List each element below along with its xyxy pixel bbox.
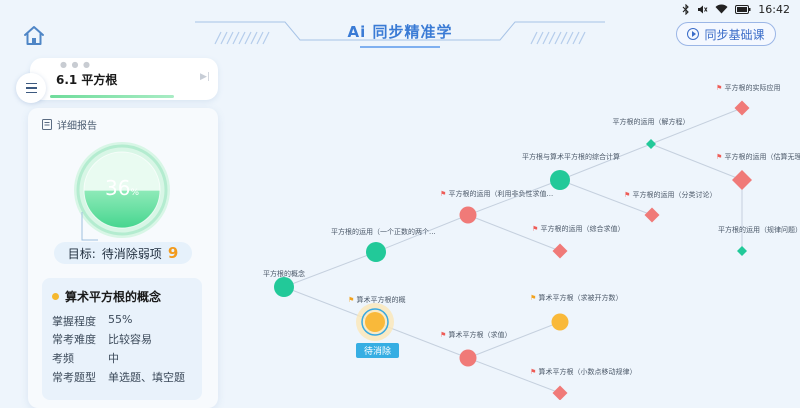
map-node-n13[interactable] [551, 313, 569, 331]
map-edge [559, 143, 652, 181]
chapter-progress-bar [50, 95, 174, 98]
concept-row-key: 常考难度 [52, 333, 96, 346]
flag-icon: ⚑ [440, 190, 449, 198]
menu-button[interactable] [16, 73, 46, 103]
map-node-n10[interactable] [732, 170, 752, 190]
sync-course-label: 同步基础课 [704, 27, 765, 42]
map-node-label-text: 平方根的运用（估算无理数的大... [724, 153, 800, 161]
map-node-label-text: 算术平方根（小数点移动规律） [538, 368, 637, 376]
concept-row: 常考题型 单选题、填空题 [52, 369, 185, 385]
map-node-label-text: 平方根的运用（综合求值） [540, 225, 625, 233]
target-text: 待消除弱项 [101, 246, 162, 261]
map-node-label-text: 平方根的运用（规律问题） [718, 226, 800, 234]
concept-title: 算术平方根的概念 [52, 288, 161, 305]
map-node-label: ⚑ 平方根的运用（利用非负性求值... [440, 190, 553, 199]
drag-handle-icon: ● ● ● [60, 60, 92, 69]
map-edge [650, 143, 743, 181]
map-node-label: ⚑ 平方根的运用（估算无理数的大... [716, 153, 800, 162]
map-node-n4[interactable] [459, 206, 477, 224]
flag-icon: ⚑ [440, 331, 449, 339]
chapter-card[interactable]: ● ● ● 6.1 平方根 ▶| [30, 58, 218, 100]
map-node-label: 平方根与算术平方根的综合计算 [522, 153, 620, 162]
map-node-label-text: 平方根与算术平方根的综合计算 [522, 153, 620, 161]
map-node-n1[interactable] [274, 277, 294, 297]
status-dot-icon [52, 293, 59, 300]
knowledge-map [274, 100, 752, 401]
mute-icon [697, 4, 708, 15]
flag-icon: ⚑ [716, 84, 725, 92]
flag-icon: ⚑ [530, 294, 539, 302]
map-node-n3[interactable] [356, 303, 394, 341]
sync-course-button[interactable]: 同步基础课 [676, 22, 776, 46]
map-edge [467, 321, 561, 359]
map-node-label-text: 算术平方根的概 [356, 296, 406, 304]
map-node-n7[interactable] [646, 139, 656, 149]
target-badge: 目标: 待消除弱项 9 [54, 242, 192, 264]
concept-title-text: 算术平方根的概念 [65, 290, 162, 304]
concept-row-key: 掌握程度 [52, 315, 96, 328]
chapter-title: 6.1 平方根 [56, 73, 118, 87]
map-node-label: ⚑ 算术平方根的概 [348, 296, 406, 305]
menu-icon-line [25, 91, 37, 94]
detailed-report-label: 详细报告 [57, 121, 97, 132]
map-node-label-text: 算术平方根（求被开方数） [538, 294, 623, 302]
menu-icon-line [25, 87, 37, 89]
flag-icon: ⚑ [348, 296, 357, 304]
concept-row: 掌握程度 55% [52, 313, 132, 329]
map-node-n12[interactable] [459, 349, 477, 367]
map-node-label-text: 平方根的运用（一个正数的两个... [331, 228, 436, 236]
concept-row: 考频 中 [52, 350, 119, 366]
report-icon [42, 119, 52, 130]
concept-row-key: 考频 [52, 352, 74, 365]
status-bar: 16:42 [682, 0, 790, 18]
target-count: 9 [167, 244, 179, 262]
map-node-label: 平方根的概念 [239, 270, 329, 279]
battery-icon [735, 4, 751, 14]
map-node-label-text: 算术平方根（求值） [448, 331, 512, 339]
map-node-n11[interactable] [737, 246, 747, 256]
flag-icon: ⚑ [532, 225, 541, 233]
concept-row-value: 比较容易 [108, 333, 152, 346]
map-node-n8[interactable] [644, 207, 660, 223]
status-time: 16:42 [758, 2, 790, 16]
map-node-label: ⚑ 平方根的运用（分类讨论） [624, 191, 717, 200]
menu-icon-line [25, 82, 37, 85]
map-node-n14[interactable] [552, 385, 568, 401]
map-node-label: 平方根的运用（一个正数的两个... [331, 228, 436, 237]
map-node-label: ⚑ 算术平方根（求值） [440, 331, 512, 340]
next-icon[interactable]: ▶| [200, 72, 210, 82]
map-node-label: 平方根的运用（规律问题） [718, 226, 800, 235]
map-node-label: ⚑ 算术平方根（求被开方数） [530, 294, 623, 303]
map-node-label-text: 平方根的运用（分类讨论） [632, 191, 717, 199]
pending-tag[interactable]: 待消除 [356, 343, 399, 358]
map-node-n9[interactable] [734, 100, 750, 116]
flag-icon: ⚑ [716, 153, 725, 161]
detailed-report-link[interactable]: 详细报告 [42, 117, 97, 132]
mastery-percent: 36% [72, 176, 172, 200]
bluetooth-icon [682, 3, 690, 15]
map-node-label-text: 平方根的运用（利用非负性求值... [448, 190, 554, 198]
map-node-n5[interactable] [552, 243, 568, 259]
map-node-label: ⚑ 算术平方根（小数点移动规律） [530, 368, 637, 377]
concept-row: 常考难度 比较容易 [52, 331, 152, 347]
map-node-label: ⚑ 平方根的运用（综合求值） [532, 225, 625, 234]
mastery-percent-value: 36 [104, 176, 131, 200]
target-label: 目标: [67, 246, 96, 261]
play-icon [687, 28, 700, 40]
wifi-icon [715, 4, 728, 14]
map-node-label-text: 平方根的概念 [263, 270, 305, 278]
map-node-label-text: 平方根的实际应用 [724, 84, 781, 92]
flag-icon: ⚑ [530, 368, 539, 376]
map-node-label: ⚑ 平方根的实际应用 [716, 84, 781, 93]
map-node-n2[interactable] [366, 242, 386, 262]
map-node-label: 平方根的运用（解方程） [606, 118, 696, 127]
concept-row-key: 常考题型 [52, 371, 96, 384]
mastery-percent-unit: % [130, 188, 139, 198]
concept-row-value: 55% [108, 313, 133, 326]
map-node-label-text: 平方根的运用（解方程） [612, 118, 690, 126]
map-node-n6[interactable] [550, 170, 570, 190]
concept-row-value: 单选题、填空题 [108, 371, 185, 384]
flag-icon: ⚑ [624, 191, 633, 199]
concept-row-value: 中 [108, 352, 119, 365]
